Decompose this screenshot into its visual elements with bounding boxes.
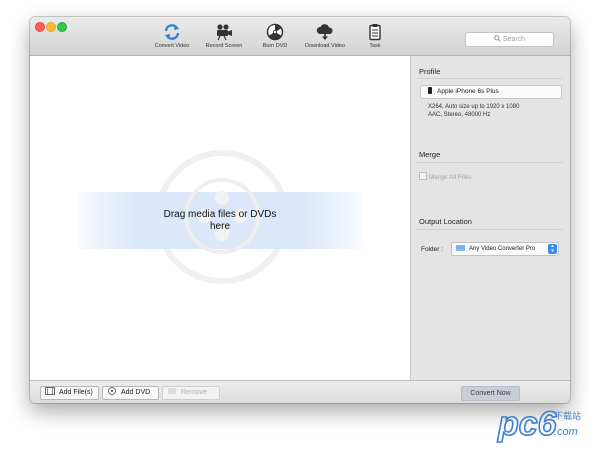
download-video-icon bbox=[316, 24, 333, 40]
list-remove-icon bbox=[168, 388, 176, 394]
drop-zone-text: Drag media files or DVDs here bbox=[78, 209, 362, 233]
profile-heading: Profile bbox=[419, 67, 441, 76]
add-dvd-label: Add DVD bbox=[121, 389, 151, 396]
minimize-window-button[interactable] bbox=[46, 22, 56, 32]
profile-video-info: X264, Auto size up to 1920 x 1080 bbox=[428, 104, 520, 110]
merge-all-checkbox[interactable]: Merge All Files bbox=[419, 172, 472, 181]
toolbar-record-screen-label: Record Screen bbox=[205, 43, 243, 49]
phone-icon bbox=[428, 87, 432, 94]
toolbar-download-video[interactable]: Download Video bbox=[302, 23, 348, 53]
burn-dvd-icon bbox=[266, 23, 284, 41]
folder-value: Any Video Converter Pro bbox=[469, 246, 536, 252]
settings-panel: Profile Apple iPhone 6s Plus X264, Auto … bbox=[410, 56, 570, 380]
toolbar-convert-video[interactable]: Convert Video bbox=[152, 23, 192, 53]
profile-device-label: Apple iPhone 6s Plus bbox=[437, 88, 499, 95]
drop-zone-line1: Drag media files or DVDs bbox=[163, 209, 277, 220]
toolbar-download-video-label: Download Video bbox=[305, 43, 345, 49]
merge-divider bbox=[417, 162, 563, 163]
svg-text:下载站: 下载站 bbox=[554, 410, 581, 422]
profile-info: X264, Auto size up to 1920 x 1080 AAC, S… bbox=[428, 103, 519, 119]
pc6-watermark-logo: pc6 下载站 .com bbox=[496, 404, 581, 443]
drop-zone-line2: here bbox=[209, 221, 230, 232]
profile-divider bbox=[417, 78, 563, 79]
dvd-disc-icon bbox=[108, 387, 116, 395]
search-placeholder: Search bbox=[502, 36, 526, 43]
toolbar-convert-video-label: Convert Video bbox=[154, 43, 190, 49]
remove-button[interactable]: Remove bbox=[162, 386, 220, 400]
add-dvd-button[interactable]: Add DVD bbox=[102, 386, 159, 400]
folder-icon bbox=[456, 245, 465, 251]
app-window: Convert Video Record Screen Burn DVD Dow… bbox=[30, 17, 570, 403]
checkbox-box bbox=[419, 172, 427, 180]
svg-text:pc6: pc6 bbox=[497, 405, 558, 443]
add-files-button[interactable]: Add File(s) bbox=[40, 386, 99, 400]
toolbar-task[interactable]: Task bbox=[363, 23, 387, 53]
add-files-label: Add File(s) bbox=[59, 389, 93, 396]
merge-heading: Merge bbox=[419, 150, 441, 159]
search-field[interactable]: Search bbox=[465, 32, 554, 47]
output-location-heading: Output Location bbox=[419, 217, 472, 226]
profile-select-button[interactable]: Apple iPhone 6s Plus bbox=[420, 85, 562, 99]
convert-video-icon bbox=[164, 24, 180, 40]
chevron-up-down-icon: ▴ ▾ bbox=[548, 244, 557, 254]
folder-select[interactable]: Any Video Converter Pro ▴ ▾ bbox=[451, 242, 559, 256]
profile-audio-info: AAC, Stereo, 48000 Hz bbox=[428, 112, 491, 118]
record-screen-icon bbox=[217, 24, 232, 41]
output-divider bbox=[417, 229, 563, 230]
task-icon bbox=[369, 24, 381, 41]
zoom-window-button[interactable] bbox=[57, 22, 67, 32]
toolbar-task-label: Task bbox=[369, 43, 381, 49]
svg-text:.com: .com bbox=[554, 426, 578, 438]
title-bar: Convert Video Record Screen Burn DVD Dow… bbox=[30, 17, 570, 56]
merge-all-label: Merge All Files bbox=[429, 174, 472, 181]
toolbar-record-screen[interactable]: Record Screen bbox=[202, 23, 246, 53]
folder-label: Folder : bbox=[421, 246, 444, 253]
media-drop-zone[interactable]: Drag media files or DVDs here bbox=[30, 56, 410, 380]
bottom-toolbar: Add File(s) Add DVD Remove Convert Now bbox=[30, 380, 570, 403]
close-window-button[interactable] bbox=[35, 22, 45, 32]
toolbar-burn-dvd[interactable]: Burn DVD bbox=[258, 23, 292, 53]
film-icon bbox=[45, 387, 55, 395]
toolbar-burn-dvd-label: Burn DVD bbox=[262, 43, 288, 49]
remove-label: Remove bbox=[181, 389, 208, 396]
search-icon bbox=[494, 35, 501, 42]
